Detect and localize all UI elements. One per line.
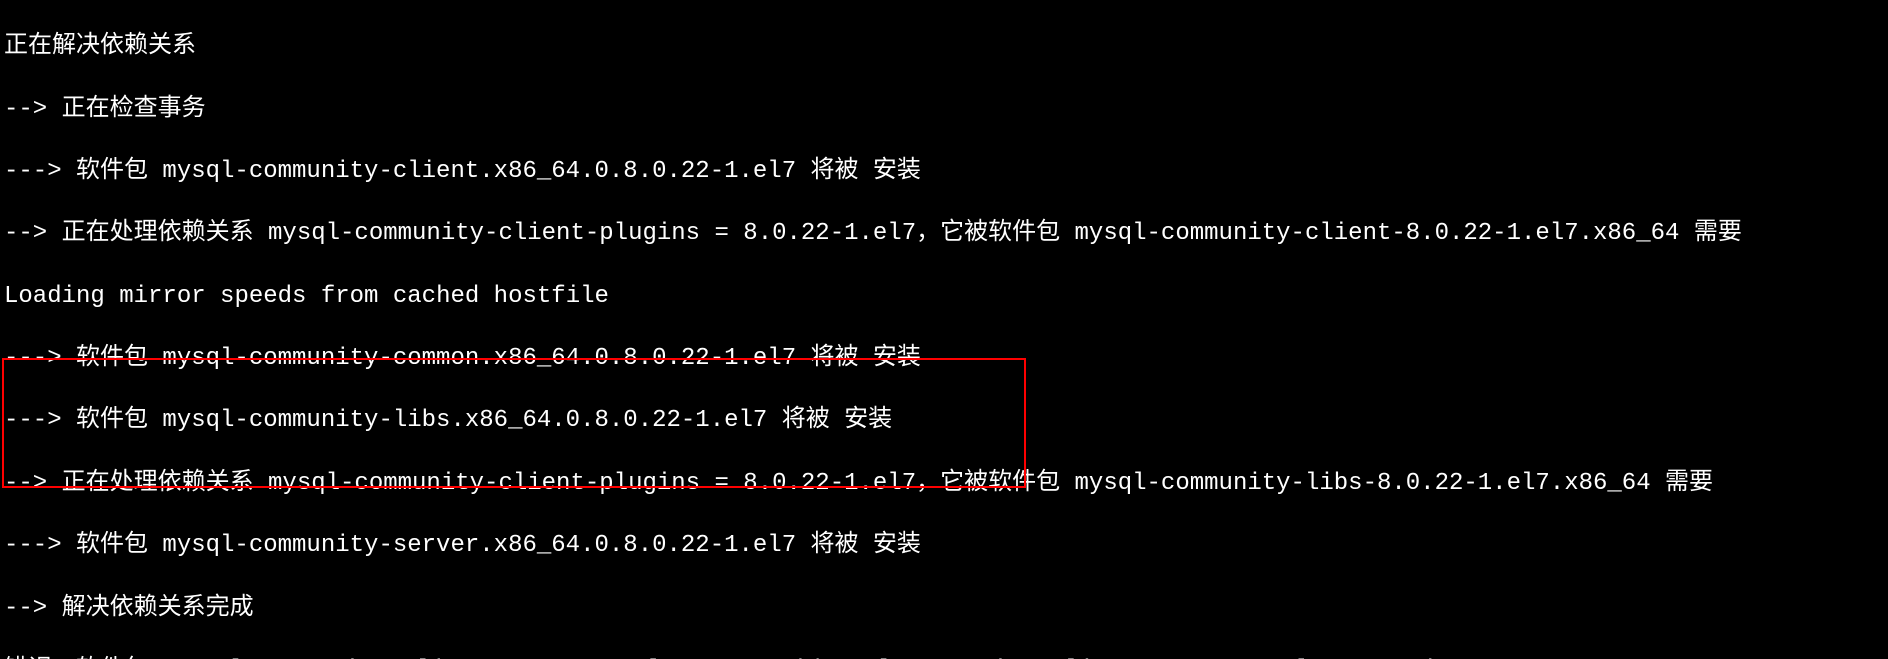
terminal-line: ---> 软件包 mysql-community-libs.x86_64.0.8… — [4, 405, 1884, 436]
terminal-output: 正在解决依赖关系 --> 正在检查事务 ---> 软件包 mysql-commu… — [0, 0, 1888, 659]
terminal-line: ---> 软件包 mysql-community-common.x86_64.0… — [4, 343, 1884, 374]
terminal-line: --> 解决依赖关系完成 — [4, 593, 1884, 624]
terminal-line: --> 正在处理依赖关系 mysql-community-client-plug… — [4, 218, 1884, 249]
terminal-line: Loading mirror speeds from cached hostfi… — [4, 281, 1884, 312]
terminal-error-line: 错误：软件包：mysql-community-client-8.0.22-1.e… — [4, 655, 1884, 659]
terminal-line: --> 正在检查事务 — [4, 94, 1884, 125]
terminal-line: 正在解决依赖关系 — [4, 31, 1884, 62]
terminal-line: ---> 软件包 mysql-community-server.x86_64.0… — [4, 530, 1884, 561]
terminal-line: --> 正在处理依赖关系 mysql-community-client-plug… — [4, 468, 1884, 499]
terminal-line: ---> 软件包 mysql-community-client.x86_64.0… — [4, 156, 1884, 187]
